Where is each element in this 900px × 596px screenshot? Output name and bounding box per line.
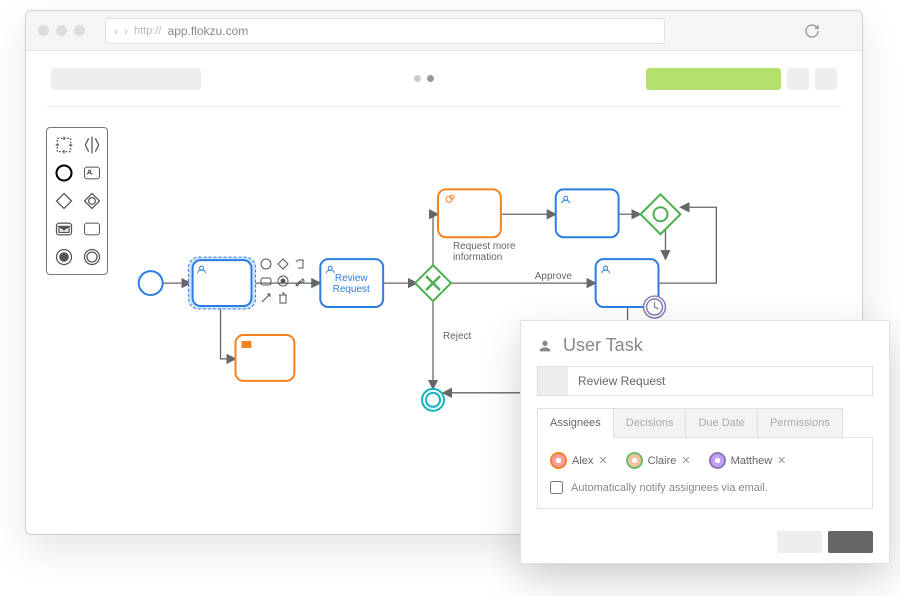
panel-title: User Task: [563, 335, 643, 356]
ctx-delete-icon[interactable]: [276, 291, 290, 305]
avatar: [626, 452, 643, 469]
task-name-input[interactable]: [568, 367, 872, 395]
primary-action-button[interactable]: [646, 68, 781, 90]
ctx-connect-icon[interactable]: [259, 291, 273, 305]
ctx-event-icon[interactable]: [259, 257, 273, 271]
assignee-name: Alex: [572, 455, 593, 467]
pager-dots: [414, 75, 434, 82]
tab-due-date[interactable]: Due Date: [685, 408, 757, 437]
assignee-list: Alex ✕ Claire ✕ Matthew ✕: [550, 452, 860, 469]
inclusive-gateway[interactable]: [641, 194, 681, 234]
user-task-node[interactable]: [193, 260, 252, 306]
remove-assignee-icon[interactable]: ✕: [598, 454, 607, 467]
assignee-chip: Claire ✕: [626, 452, 691, 469]
panel-header: User Task: [521, 321, 889, 366]
panel-footer: [521, 521, 889, 563]
tab-decisions[interactable]: Decisions: [613, 408, 687, 437]
toolbar-button[interactable]: [787, 68, 809, 90]
window-controls: [38, 25, 85, 36]
ctx-end-event-icon[interactable]: [276, 274, 290, 288]
url-bar: ‹ › http:// app.flokzu.com: [105, 18, 665, 44]
window-minimize-icon[interactable]: [56, 25, 67, 36]
assignee-chip: Matthew ✕: [709, 452, 787, 469]
app-toolbar: [26, 51, 862, 106]
avatar: [550, 452, 567, 469]
panel-tabs: Assignees Decisions Due Date Permissions: [537, 408, 873, 438]
field-prefix: [538, 367, 568, 395]
assignee-name: Matthew: [731, 455, 773, 467]
ctx-wrench-icon[interactable]: [293, 274, 307, 288]
svg-text:ReviewRequest: ReviewRequest: [333, 273, 370, 295]
properties-panel: User Task Assignees Decisions Due Date P…: [520, 320, 890, 564]
pager-dot[interactable]: [427, 75, 434, 82]
tab-permissions[interactable]: Permissions: [757, 408, 843, 437]
save-button[interactable]: [828, 531, 873, 553]
context-pad: [259, 257, 307, 305]
remove-assignee-icon[interactable]: ✕: [777, 454, 786, 467]
url-protocol: http://: [134, 25, 162, 37]
ctx-task-icon[interactable]: [259, 274, 273, 288]
toolbar-left-placeholder: [51, 68, 201, 90]
remove-assignee-icon[interactable]: ✕: [681, 454, 690, 467]
task-name-field: [537, 366, 873, 396]
reload-icon[interactable]: [804, 23, 820, 39]
nav-back-icon[interactable]: ‹: [114, 24, 118, 38]
assignee-chip: Alex ✕: [550, 452, 608, 469]
edge-label-approve: Approve: [535, 271, 573, 282]
notify-checkbox-row[interactable]: Automatically notify assignees via email…: [550, 481, 860, 494]
url-text[interactable]: app.flokzu.com: [168, 24, 249, 38]
window-close-icon[interactable]: [38, 25, 49, 36]
start-event[interactable]: [139, 271, 163, 295]
pager-dot[interactable]: [414, 75, 421, 82]
window-zoom-icon[interactable]: [74, 25, 85, 36]
avatar: [709, 452, 726, 469]
assignee-name: Claire: [648, 455, 677, 467]
notify-checkbox[interactable]: [550, 481, 563, 494]
browser-titlebar: ‹ › http:// app.flokzu.com: [26, 11, 862, 51]
nav-forward-icon[interactable]: ›: [124, 24, 128, 38]
ctx-gateway-icon[interactable]: [276, 257, 290, 271]
notify-label: Automatically notify assignees via email…: [571, 482, 768, 494]
cancel-button[interactable]: [777, 531, 822, 553]
user-icon: [537, 338, 553, 354]
tab-assignees[interactable]: Assignees: [537, 408, 614, 438]
toolbar-button[interactable]: [815, 68, 837, 90]
ctx-annotation-icon[interactable]: [293, 257, 307, 271]
edge-label-reject: Reject: [443, 331, 471, 342]
edge-label-request-more: Request moreinformation: [453, 241, 516, 263]
tab-content: Alex ✕ Claire ✕ Matthew ✕ Automatically …: [537, 438, 873, 509]
